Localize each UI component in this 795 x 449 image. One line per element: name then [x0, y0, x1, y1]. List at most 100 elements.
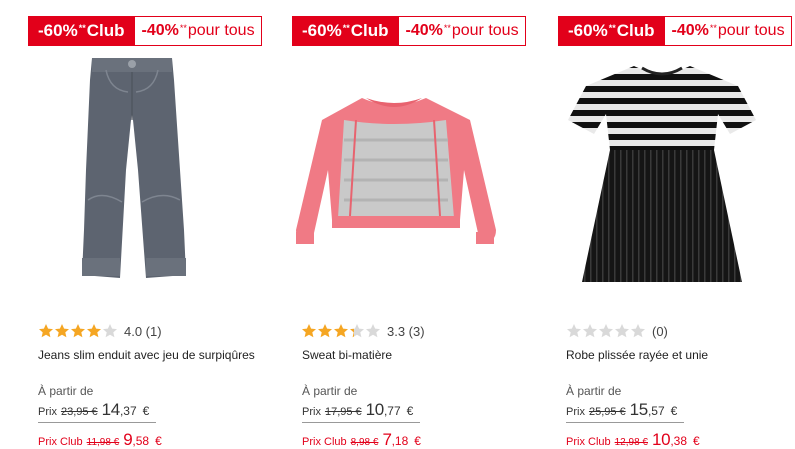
price-currency: €: [406, 404, 414, 418]
rating-stars: [301, 323, 381, 339]
product-rating: (0): [566, 322, 668, 340]
club-old-price: 12,98 €: [614, 437, 648, 448]
product-image-sweatshirt[interactable]: [274, 50, 514, 295]
price-cents: ,37: [119, 404, 137, 418]
price-whole: 14: [101, 400, 121, 419]
club-old-price: 8,98 €: [350, 437, 379, 448]
price-divider: [38, 422, 156, 423]
product-card[interactable]: -60% ** Club -40% ** pour tous 4.0 (1) Jeans…: [0, 0, 262, 449]
old-price: 25,95 €: [588, 406, 626, 418]
price-cents: ,77: [383, 404, 401, 418]
club-price-cents: ,18: [391, 434, 409, 448]
club-discount-badge: -60% ** Club: [292, 16, 399, 46]
club-discount-badge: -60% ** Club: [558, 16, 665, 46]
star-icon: [302, 324, 316, 338]
all-discount-badge: -40% ** pour tous: [134, 16, 262, 46]
club-discount-label: Club: [616, 21, 655, 40]
product-name[interactable]: Sweat bi-matière: [302, 348, 392, 362]
product-image-jeans[interactable]: [10, 50, 250, 295]
club-price-label: Prix Club: [38, 436, 83, 448]
regular-price: Prix 25,95 € 15 ,57 €: [566, 400, 677, 420]
price-from-label: À partir de: [38, 384, 94, 398]
club-discount-footnote: **: [342, 23, 350, 33]
rating-text: 4.0 (1): [124, 323, 162, 339]
price-whole: 15: [629, 400, 649, 419]
all-discount-value: -40%: [405, 22, 443, 39]
star-icon: [39, 324, 53, 338]
all-discount-label: pour tous: [717, 22, 785, 39]
club-price-currency: €: [693, 434, 700, 448]
product-name[interactable]: Jeans slim enduit avec jeu de surpiqûres: [38, 348, 255, 362]
regular-price: Prix 23,95 € 14 ,37 €: [38, 400, 149, 420]
rating-stars: [38, 323, 118, 339]
star-icon: [583, 324, 597, 338]
club-discount-footnote: **: [608, 23, 616, 33]
discount-badges: -60% ** Club -40% ** pour tous: [558, 16, 792, 46]
star-icon: [87, 324, 101, 338]
old-price: 23,95 €: [60, 406, 98, 418]
star-icon: [103, 324, 117, 338]
regular-price: Prix 17,95 € 10 ,77 €: [302, 400, 413, 420]
price-label: Prix: [38, 406, 57, 418]
star-icon: [599, 324, 613, 338]
price-cents: ,57: [647, 404, 665, 418]
star-icon: [350, 324, 364, 338]
discount-badges: -60% ** Club -40% ** pour tous: [292, 16, 526, 46]
price-label: Prix: [302, 406, 321, 418]
club-price-currency: €: [414, 434, 421, 448]
price-from-label: À partir de: [566, 384, 622, 398]
star-icon: [615, 324, 629, 338]
price-currency: €: [142, 404, 150, 418]
all-discount-footnote: **: [179, 23, 187, 33]
club-price: Prix Club 8,98 € 7 ,18 €: [302, 430, 421, 449]
rating-text: (0): [652, 323, 668, 339]
discount-badges: -60% ** Club -40% ** pour tous: [28, 16, 262, 46]
club-old-price: 11,98 €: [86, 437, 120, 448]
product-card[interactable]: -60% ** Club -40% ** pour tous 3.3 (3) Sweat…: [264, 0, 526, 449]
all-discount-badge: -40% ** pour tous: [664, 16, 792, 46]
all-discount-value: -40%: [141, 22, 179, 39]
all-discount-badge: -40% ** pour tous: [398, 16, 526, 46]
star-icon: [55, 324, 69, 338]
club-discount-value: -60%: [38, 21, 78, 40]
all-discount-label: pour tous: [187, 22, 255, 39]
club-price-cents: ,38: [670, 434, 687, 448]
price-divider: [302, 422, 420, 423]
price-label: Prix: [566, 406, 585, 418]
club-price: Prix Club 12,98 € 10 ,38 €: [566, 430, 700, 449]
rating-stars: [566, 323, 646, 339]
product-card[interactable]: -60% ** Club -40% ** pour tous (0) Robe …: [528, 0, 792, 449]
star-icon: [366, 324, 380, 338]
all-discount-footnote: **: [443, 23, 451, 33]
rating-text: 3.3 (3): [387, 323, 425, 339]
price-divider: [566, 422, 684, 423]
club-discount-value: -60%: [302, 21, 342, 40]
price-from-label: À partir de: [302, 384, 358, 398]
all-discount-label: pour tous: [451, 22, 519, 39]
old-price: 17,95 €: [324, 406, 362, 418]
club-price-currency: €: [155, 434, 162, 448]
club-price: Prix Club 11,98 € 9 ,58 €: [38, 430, 162, 449]
star-icon: [567, 324, 581, 338]
star-icon: [71, 324, 85, 338]
club-discount-label: Club: [350, 21, 389, 40]
club-discount-badge: -60% ** Club: [28, 16, 135, 46]
club-price-label: Prix Club: [566, 436, 611, 448]
all-discount-footnote: **: [709, 23, 717, 33]
star-icon: [334, 324, 348, 338]
all-discount-value: -40%: [671, 22, 709, 39]
club-price-whole: 9: [123, 430, 133, 449]
product-name[interactable]: Robe plissée rayée et unie: [566, 348, 708, 362]
club-price-label: Prix Club: [302, 436, 347, 448]
product-rating: 3.3 (3): [301, 322, 425, 340]
star-icon: [318, 324, 332, 338]
price-currency: €: [670, 404, 678, 418]
product-image-dress[interactable]: [542, 50, 782, 295]
club-price-whole: 10: [652, 430, 671, 449]
product-rating: 4.0 (1): [38, 322, 162, 340]
club-discount-footnote: **: [78, 23, 86, 33]
club-discount-label: Club: [86, 21, 125, 40]
club-discount-value: -60%: [568, 21, 608, 40]
club-price-cents: ,58: [132, 434, 150, 448]
club-price-whole: 7: [382, 430, 392, 449]
